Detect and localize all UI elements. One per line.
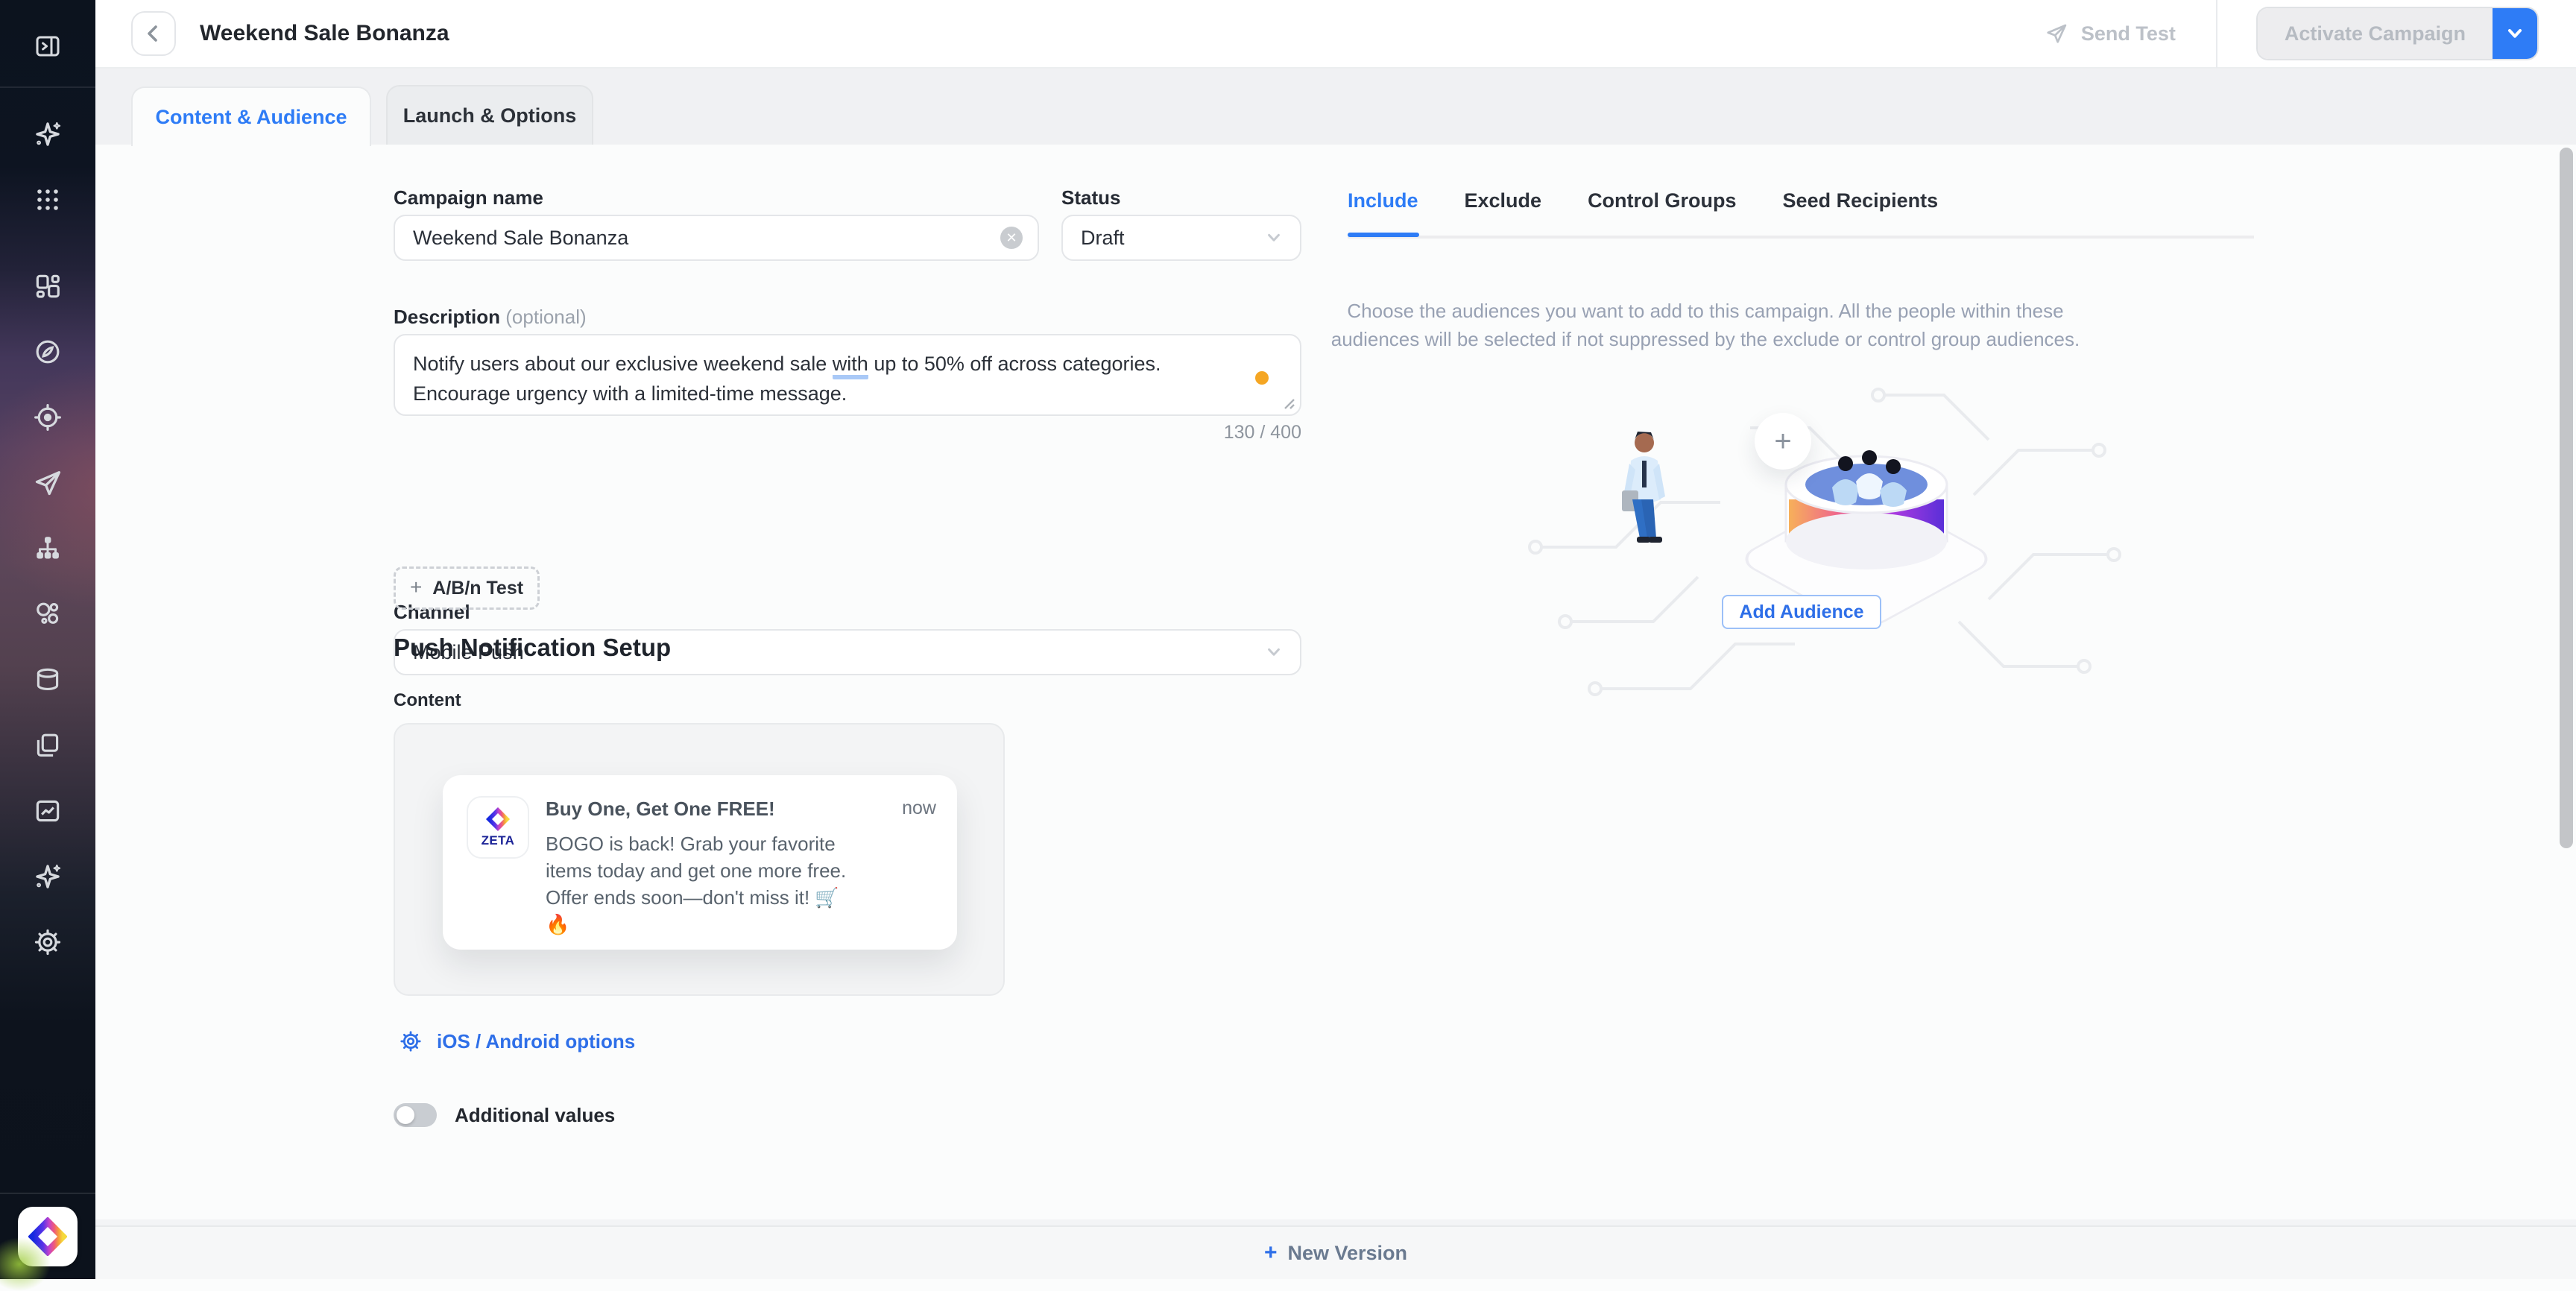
ios-android-options-link[interactable]: iOS / Android options bbox=[398, 1029, 635, 1054]
description-text: Notify users about our exclusive weekend… bbox=[413, 353, 833, 375]
add-audience-button[interactable]: Add Audience bbox=[1722, 595, 1881, 629]
description-marked-word: with bbox=[833, 353, 868, 379]
optional-hint: (optional) bbox=[505, 306, 586, 328]
settings-gear-icon[interactable] bbox=[32, 927, 63, 958]
apps-grid-icon[interactable] bbox=[33, 185, 63, 215]
clear-input-icon[interactable]: ✕ bbox=[1000, 227, 1023, 249]
resize-handle[interactable] bbox=[1282, 397, 1295, 410]
tab-seed-recipients[interactable]: Seed Recipients bbox=[1783, 189, 1939, 233]
description-textarea[interactable]: Notify users about our exclusive weekend… bbox=[394, 334, 1301, 416]
additional-values-row: Additional values bbox=[394, 1103, 615, 1127]
push-setup-title: Push Notification Setup bbox=[394, 634, 671, 662]
activate-caret-button[interactable] bbox=[2493, 8, 2537, 59]
tab-include[interactable]: Include bbox=[1348, 189, 1418, 233]
send-plane-icon bbox=[2044, 21, 2069, 46]
chevron-down-icon bbox=[2506, 25, 2524, 42]
notification-card[interactable]: ZETA Buy One, Get One FREE! now BOGO is … bbox=[443, 775, 957, 950]
person-figure bbox=[1622, 432, 1665, 543]
description-label: Description (optional) bbox=[394, 306, 587, 329]
send-test-label: Send Test bbox=[2081, 22, 2176, 45]
status-value: Draft bbox=[1081, 227, 1125, 250]
plus-icon: + bbox=[410, 575, 422, 599]
chevron-down-icon bbox=[1266, 644, 1282, 660]
sidebar-top bbox=[0, 0, 95, 88]
char-counter: 130 / 400 bbox=[394, 422, 1301, 444]
new-version-button[interactable]: + New Version bbox=[1264, 1240, 1407, 1266]
zeta-app-icon: ZETA bbox=[467, 796, 529, 859]
chevron-down-icon bbox=[1266, 230, 1282, 246]
notification-time: now bbox=[902, 798, 936, 819]
send-plane-icon[interactable] bbox=[31, 467, 64, 499]
abn-test-button[interactable]: + A/B/n Test bbox=[394, 566, 540, 610]
collapse-panel-icon[interactable] bbox=[33, 31, 63, 61]
report-icon[interactable] bbox=[32, 795, 63, 827]
campaign-name-label: Campaign name bbox=[394, 186, 543, 209]
org-chart-icon[interactable] bbox=[32, 533, 63, 564]
audience-illustration: + Add Audience bbox=[1512, 368, 2138, 756]
audience-tab-track bbox=[1348, 236, 2254, 239]
sidebar-footer bbox=[0, 1193, 95, 1279]
app-name: ZETA bbox=[482, 833, 515, 848]
tab-launch-options[interactable]: Launch & Options bbox=[386, 85, 593, 145]
notification-title: Buy One, Get One FREE! bbox=[546, 798, 775, 821]
gear-icon bbox=[398, 1029, 423, 1054]
tab-content-audience[interactable]: Content & Audience bbox=[131, 86, 371, 146]
push-preview-panel: ZETA Buy One, Get One FREE! now BOGO is … bbox=[394, 723, 1005, 996]
tab-exclude[interactable]: Exclude bbox=[1465, 189, 1542, 233]
audience-tabs: Include Exclude Control Groups Seed Reci… bbox=[1348, 189, 1938, 233]
status-label: Status bbox=[1061, 186, 1120, 209]
copy-pages-icon[interactable] bbox=[32, 730, 63, 761]
additional-values-toggle[interactable] bbox=[394, 1103, 437, 1127]
scrollbar-thumb[interactable] bbox=[2560, 148, 2573, 848]
database-icon[interactable] bbox=[32, 664, 63, 695]
header-divider bbox=[2216, 0, 2217, 68]
main-content: Campaign name Weekend Sale Bonanza ✕ Sta… bbox=[95, 145, 2576, 1279]
additional-values-label: Additional values bbox=[455, 1104, 615, 1127]
compass-icon[interactable] bbox=[32, 336, 63, 367]
bubbles-icon[interactable] bbox=[32, 599, 63, 630]
campaign-name-input[interactable]: Weekend Sale Bonanza ✕ bbox=[394, 215, 1039, 261]
target-icon[interactable] bbox=[32, 402, 63, 433]
main-tabbar: Content & Audience Launch & Options bbox=[95, 69, 2576, 145]
audience-tab-active-indicator bbox=[1348, 233, 1419, 237]
audience-description: Choose the audiences you want to add to … bbox=[1324, 297, 2087, 353]
activate-campaign-button[interactable]: Activate Campaign bbox=[2258, 8, 2493, 59]
page-title: Weekend Sale Bonanza bbox=[200, 21, 449, 46]
tab-control-groups[interactable]: Control Groups bbox=[1588, 189, 1736, 233]
plus-icon: + bbox=[1264, 1240, 1278, 1266]
status-select[interactable]: Draft bbox=[1061, 215, 1301, 261]
dashboard-icon[interactable] bbox=[32, 271, 63, 302]
notification-body: BOGO is back! Grab your favorite items t… bbox=[546, 830, 862, 938]
activate-campaign-group: Activate Campaign bbox=[2258, 8, 2537, 59]
zeta-logo[interactable] bbox=[18, 1207, 78, 1266]
footer-bar: + New Version bbox=[95, 1225, 2576, 1279]
ai-sparkle-icon[interactable] bbox=[31, 860, 64, 893]
send-test-button[interactable]: Send Test bbox=[2044, 21, 2176, 46]
content-label: Content bbox=[394, 690, 461, 711]
ai-sparkle-icon[interactable] bbox=[31, 118, 64, 151]
suggestion-dot-icon[interactable] bbox=[1255, 371, 1269, 385]
back-button[interactable] bbox=[131, 11, 176, 56]
sidebar bbox=[0, 0, 95, 1279]
campaign-name-value: Weekend Sale Bonanza bbox=[413, 227, 628, 250]
plus-bubble-icon: + bbox=[1755, 413, 1811, 470]
header: Weekend Sale Bonanza Send Test Activate … bbox=[95, 0, 2576, 69]
